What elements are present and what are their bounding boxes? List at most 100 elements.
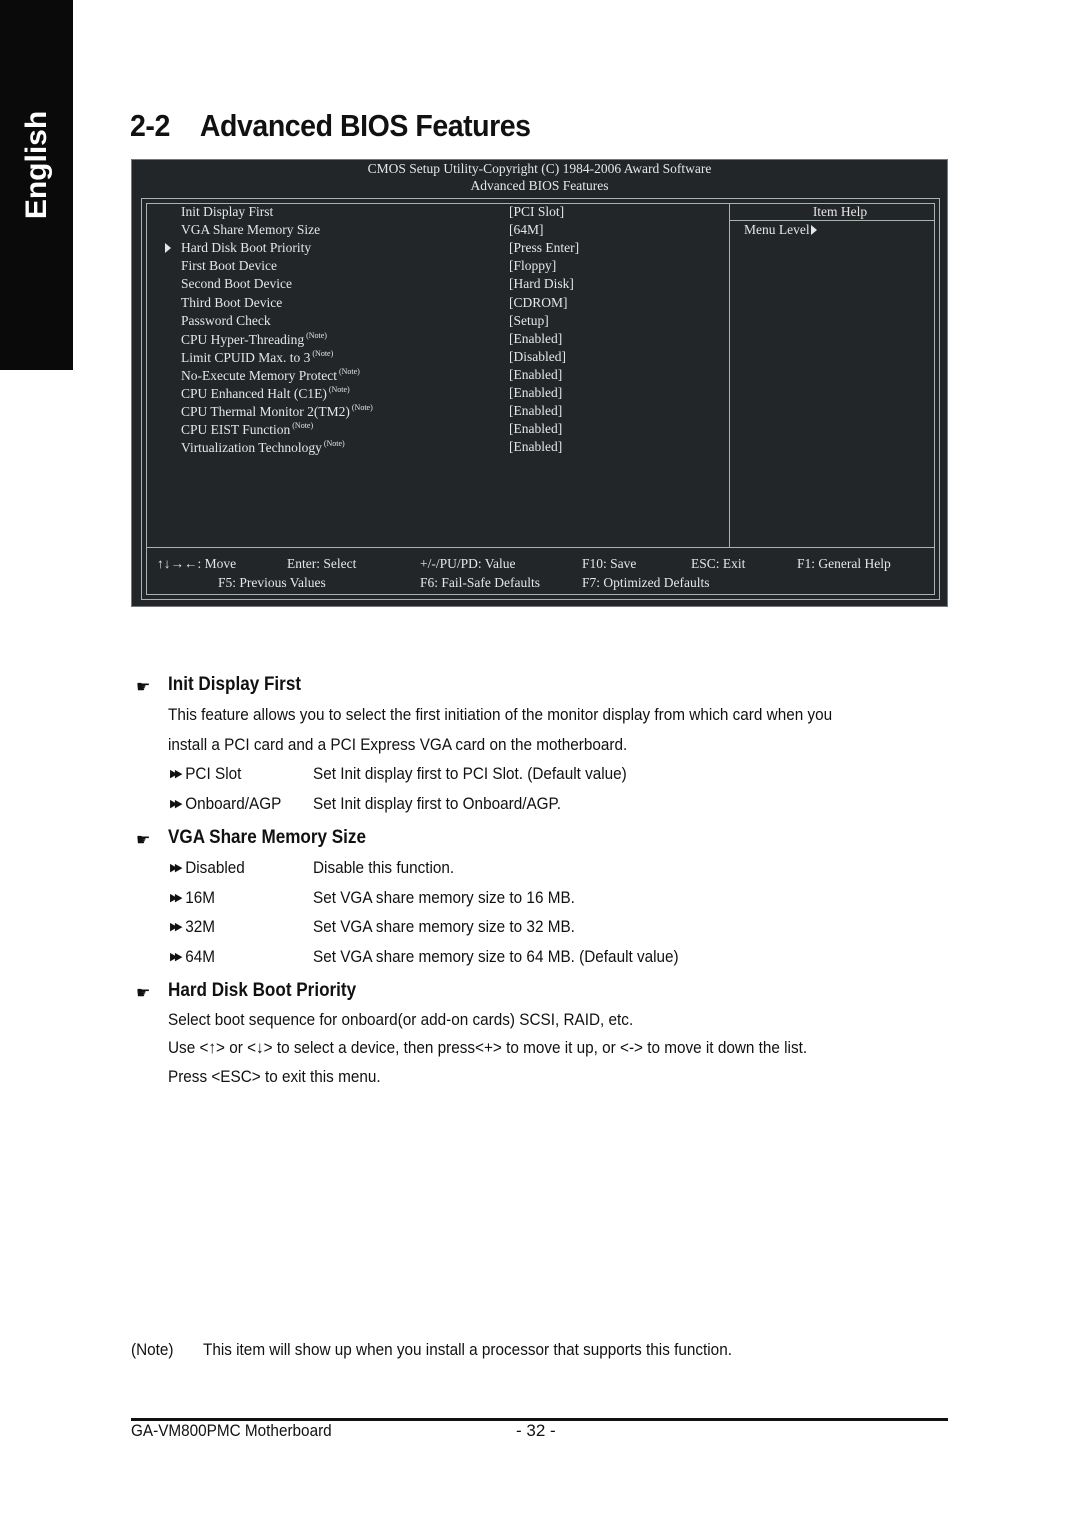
option-name: ▶▶ 64M [170,947,215,967]
item-help-title: Item Help [812,204,868,219]
bios-item-value[interactable]: [Hard Disk] [509,276,574,292]
note-marker: (Note) [328,385,350,394]
bios-item-label-text: CPU EIST Function [181,422,291,438]
pointing-hand-icon: ☛ [136,985,151,1002]
bios-item-value[interactable]: [PCI Slot] [509,204,564,220]
note-marker: (Note) [312,348,334,358]
pointing-hand-icon: ☛ [136,832,151,849]
bios-item-label-text: First Boot Device [181,258,277,274]
bios-item-label: Init Display First [181,204,273,220]
bios-item-value[interactable]: [Floppy] [509,258,556,274]
footer-product: GA-VM800PMC Motherboard [131,1421,332,1440]
bios-item-label-text: CPU Hyper-Threading [181,331,305,347]
option-description: Set VGA share memory size to 16 MB. [313,887,575,907]
submenu-pointer-icon [165,243,171,254]
bios-item-label: Second Boot Device [181,276,292,292]
bios-header-copyright: CMOS Setup Utility-Copyright (C) 1984-20… [367,161,712,176]
footnote: (Note) This item will show up when you in… [131,1340,732,1360]
bios-divider-horizontal [146,547,934,548]
option-name: ▶▶ PCI Slot [170,764,241,784]
bios-item-value[interactable]: [Enabled] [509,367,562,383]
bios-item-label-text: Second Boot Device [181,276,292,292]
option-name-text: 16M [185,887,215,907]
bios-item-label: Password Check [181,313,271,329]
key-select: Enter: Select [287,556,357,571]
section-title: 2-2 Advanced BIOS Features [130,108,531,144]
key-value: +/-/PU/PD: Value [420,556,516,571]
bios-item-value[interactable]: [Enabled] [509,385,562,401]
option-description: Disable this function. [313,858,455,877]
option-name: ▶▶ 32M [170,917,215,937]
bios-item-label-text: CPU Thermal Monitor 2(TM2) [181,404,350,420]
double-arrow-bullet-icon: ▶▶ [170,798,183,810]
bios-item-label-text: Limit CPUID Max. to 3 [181,349,311,365]
option-name-text: Onboard/AGP [185,794,282,813]
heading-init-display-first: Init Display First [168,674,302,695]
bios-item-label: Third Boot Device [181,295,282,311]
bios-divider-vertical [729,203,730,547]
option-description: Set VGA share memory size to 32 MB. [313,917,575,937]
bios-item-label: CPU Thermal Monitor 2(TM2) (Note) [181,403,373,420]
help-title-underline [729,220,934,221]
section-title-text: Advanced BIOS Features [199,108,531,143]
option-name-text: 64M [185,947,215,967]
double-arrow-bullet-icon: ▶▶ [170,891,183,904]
menu-level-label: Menu Level [744,222,810,237]
bios-item-value[interactable]: [Enabled] [509,403,562,419]
key-exit: ESC: Exit [691,556,746,571]
bios-item-label-text: Init Display First [181,204,274,219]
bios-item-label-text: Hard Disk Boot Priority [181,240,312,256]
double-arrow-bullet-icon: ▶▶ [170,951,183,964]
init-display-text-1: This feature allows you to select the fi… [168,705,833,724]
bios-item-value[interactable]: [Enabled] [509,421,562,437]
language-tab-label: English [19,110,53,220]
hdd-priority-text-1: Select boot sequence for onboard(or add-… [168,1010,634,1029]
menu-level-triangle-icon [810,225,817,235]
bios-item-label-text: Virtualization Technology [181,440,322,456]
option-name-text: PCI Slot [185,764,242,783]
bios-item-label: First Boot Device [181,258,277,274]
bios-item-label: VGA Share Memory Size [181,222,320,238]
option-name: ▶▶ Disabled [170,858,245,878]
note-marker: (Note) [306,330,327,340]
key-general-help: F1: General Help [797,556,891,571]
bios-item-value[interactable]: [Press Enter] [509,240,579,256]
option-name-text: 32M [185,917,215,937]
option-name-text: Disabled [185,858,245,877]
key-previous-values: F5: Previous Values [218,575,326,590]
double-arrow-bullet-icon: ▶▶ [170,921,183,934]
language-tab: English [0,0,73,370]
bios-item-value[interactable]: [Enabled] [509,439,562,455]
bios-item-value[interactable]: [Disabled] [509,349,566,365]
bios-item-label: Virtualization Technology (Note) [181,439,345,456]
hdd-priority-text-2: Use <↑> or <↓> to select a device, then … [168,1038,808,1057]
menu-level: Menu Level [744,222,817,238]
bios-item-value[interactable]: [Enabled] [509,331,562,347]
footnote-text: This item will show up when you install … [203,1340,732,1359]
key-save: F10: Save [582,556,637,571]
bios-item-value[interactable]: [CDROM] [509,295,568,311]
footer-page-number: - 32 - [516,1421,556,1440]
bios-item-label: Hard Disk Boot Priority [181,240,311,256]
note-marker: (Note) [323,439,345,449]
bios-item-value[interactable]: [64M] [509,222,544,238]
bios-item-label-text: Password Check [181,312,271,328]
double-arrow-bullet-icon: ▶▶ [170,862,183,874]
bios-header-title: Advanced BIOS Features [470,178,609,193]
heading-vga-share-memory: VGA Share Memory Size [168,827,366,848]
bios-item-label-text: No-Execute Memory Protect [181,367,337,383]
key-optimized-defaults: F7: Optimized Defaults [582,575,710,590]
bios-item-label-text: Third Boot Device [181,294,283,310]
init-display-text-2: install a PCI card and a PCI Express VGA… [168,735,628,754]
heading-hdd-boot-priority: Hard Disk Boot Priority [168,980,357,1001]
bios-item-label-text: CPU Enhanced Halt (C1E) [181,386,327,401]
pointing-hand-icon: ☛ [136,679,151,696]
option-description: Set Init display first to Onboard/AGP. [313,794,562,813]
bios-item-label: CPU Enhanced Halt (C1E) (Note) [181,385,350,402]
key-failsafe-defaults: F6: Fail-Safe Defaults [420,575,540,590]
bios-item-label-text: VGA Share Memory Size [181,222,321,238]
option-description: Set Init display first to PCI Slot. (Def… [313,764,627,783]
bios-item-value[interactable]: [Setup] [509,313,549,329]
bios-item-label: CPU Hyper-Threading (Note) [181,331,327,348]
key-move: ↑↓→←: Move [157,556,237,571]
